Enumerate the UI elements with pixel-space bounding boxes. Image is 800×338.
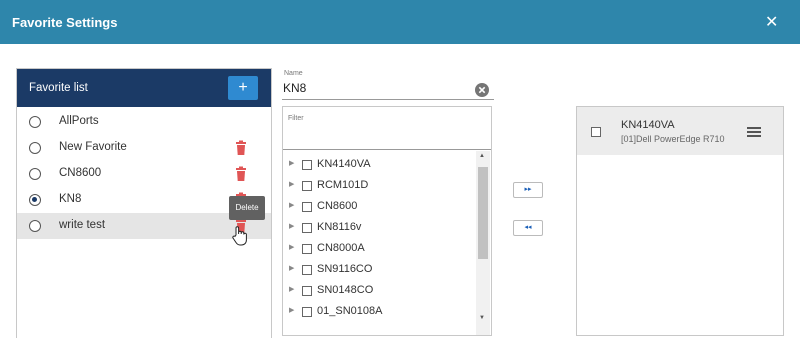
favorite-item-allports[interactable]: AllPorts — [17, 109, 271, 135]
trash-icon[interactable] — [235, 166, 247, 182]
port-tree-panel: Filter ▶ KN4140VA ▶ RCM101D ▶ CN8600 ▶ K… — [282, 106, 492, 336]
name-field-input[interactable]: KN8 — [283, 81, 306, 95]
hand-cursor-icon — [232, 226, 247, 246]
tree-item[interactable]: ▶ CN8600 — [283, 197, 473, 217]
tree-item[interactable]: ▶ KN8116v — [283, 218, 473, 238]
trash-icon[interactable] — [235, 140, 247, 156]
tree-item-label: SN9116CO — [317, 263, 373, 275]
tree-item-label: CN8600 — [317, 200, 358, 212]
checkbox[interactable] — [302, 244, 312, 254]
tree-item-label: 01_SN0108A — [317, 305, 383, 317]
expand-arrow-icon[interactable]: ▶ — [289, 222, 294, 230]
tree-item[interactable]: ▶ RCM101D — [283, 176, 473, 196]
filter-label: Filter — [288, 115, 304, 122]
favorite-radio-selected[interactable] — [29, 194, 41, 206]
favorite-item-label: KN8 — [59, 193, 82, 205]
expand-arrow-icon[interactable]: ▶ — [289, 201, 294, 209]
favorite-list-header: Favorite list + — [17, 69, 271, 107]
tree-item[interactable]: ▶ 01_SN0108A — [283, 302, 473, 322]
expand-arrow-icon[interactable]: ▶ — [289, 159, 294, 167]
tree-item-label: CN8000A — [317, 242, 365, 254]
tree-item-label: KN8116v — [317, 221, 362, 233]
favorite-radio[interactable] — [29, 220, 41, 232]
expand-arrow-icon[interactable]: ▶ — [289, 306, 294, 314]
tree-item[interactable]: ▶ KN4140VA — [283, 155, 473, 175]
checkbox[interactable] — [302, 286, 312, 296]
favorite-item-label: AllPorts — [59, 115, 99, 127]
favorite-radio[interactable] — [29, 142, 41, 154]
tree-item-label: SN0148CO — [317, 284, 374, 296]
delete-tooltip: Delete — [229, 196, 265, 220]
favorite-list-title: Favorite list — [29, 82, 88, 94]
name-field-underline — [282, 99, 494, 100]
drag-handle-icon[interactable] — [747, 127, 761, 137]
checkbox[interactable] — [302, 160, 312, 170]
selected-port-detail: [01]Dell PowerEdge R710 — [621, 134, 725, 144]
scroll-up-arrow-icon[interactable]: ▲ — [479, 153, 485, 159]
favorite-item-label: CN8600 — [59, 167, 102, 179]
dialog-title: Favorite Settings — [12, 15, 118, 30]
checkbox[interactable] — [302, 181, 312, 191]
tree-item-label: KN4140VA — [317, 158, 371, 170]
tree-item-label: RCM101D — [317, 179, 369, 191]
add-favorite-button[interactable]: + — [228, 76, 258, 100]
checkbox[interactable] — [302, 307, 312, 317]
selected-port-name: KN4140VA — [621, 119, 675, 131]
expand-arrow-icon[interactable]: ▶ — [289, 180, 294, 188]
name-field-label: Name — [284, 70, 303, 77]
filter-underline — [283, 149, 491, 150]
checkbox[interactable] — [302, 265, 312, 275]
tree-item[interactable]: ▶ CN8000A — [283, 239, 473, 259]
close-icon[interactable]: ✕ — [765, 12, 778, 32]
selected-ports-panel: KN4140VA [01]Dell PowerEdge R710 — [576, 106, 784, 336]
scrollbar-thumb[interactable] — [478, 167, 488, 259]
favorite-item-new-favorite[interactable]: New Favorite — [17, 135, 271, 161]
favorite-radio[interactable] — [29, 116, 41, 128]
move-right-button[interactable]: ▸▸ — [513, 182, 543, 198]
checkbox[interactable] — [302, 223, 312, 233]
expand-arrow-icon[interactable]: ▶ — [289, 243, 294, 251]
favorite-radio[interactable] — [29, 168, 41, 180]
favorite-item-label: write test — [59, 219, 106, 231]
dialog-title-bar: Favorite Settings ✕ — [0, 0, 800, 44]
checkbox[interactable] — [302, 202, 312, 212]
tree-item[interactable]: ▶ SN0148CO — [283, 281, 473, 301]
favorite-item-cn8600[interactable]: CN8600 — [17, 161, 271, 187]
checkbox[interactable] — [591, 127, 601, 137]
selected-port-item[interactable]: KN4140VA [01]Dell PowerEdge R710 — [577, 107, 783, 155]
move-left-button[interactable]: ◂◂ — [513, 220, 543, 236]
favorite-item-label: New Favorite — [59, 141, 127, 153]
scroll-down-arrow-icon[interactable]: ▼ — [479, 315, 485, 321]
clear-icon[interactable] — [475, 83, 489, 97]
filter-input[interactable] — [287, 125, 487, 147]
expand-arrow-icon[interactable]: ▶ — [289, 264, 294, 272]
tree-item[interactable]: ▶ SN9116CO — [283, 260, 473, 280]
expand-arrow-icon[interactable]: ▶ — [289, 285, 294, 293]
